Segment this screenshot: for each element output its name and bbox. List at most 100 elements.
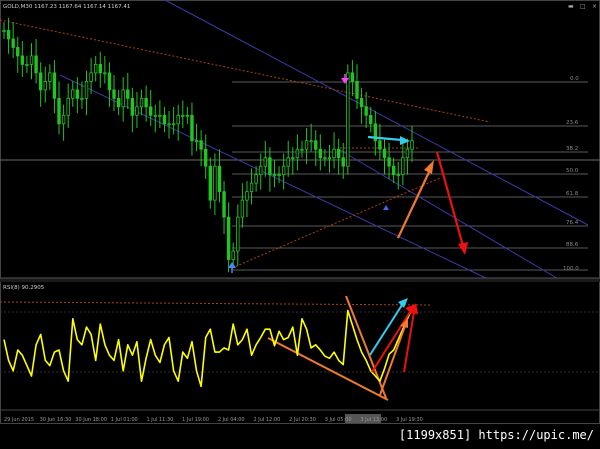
candle[interactable] <box>300 148 304 151</box>
descending-channel[interactable] <box>59 0 589 281</box>
candle[interactable] <box>355 80 359 99</box>
candle[interactable] <box>309 140 313 143</box>
candle[interactable] <box>350 72 355 82</box>
candle[interactable] <box>254 174 258 184</box>
candle[interactable] <box>6 30 11 40</box>
candle[interactable] <box>378 140 382 150</box>
candle[interactable] <box>89 72 93 82</box>
candle[interactable] <box>199 140 203 150</box>
candle[interactable] <box>272 174 277 177</box>
rsi-arrows[interactable] <box>369 298 418 396</box>
rsi-pane[interactable]: RSI(8) 90.2905 <box>0 285 600 401</box>
candle[interactable] <box>25 64 29 66</box>
candle[interactable] <box>263 157 268 167</box>
candle[interactable] <box>323 157 327 160</box>
candle[interactable] <box>98 64 102 74</box>
candle[interactable] <box>346 72 350 167</box>
candle[interactable] <box>130 97 135 116</box>
window-controls[interactable]: ▬ □ × <box>568 3 597 10</box>
candle[interactable] <box>336 148 341 159</box>
dotted-trendlines[interactable] <box>0 19 491 269</box>
candle[interactable] <box>401 157 405 176</box>
candle[interactable] <box>43 80 47 91</box>
candle[interactable] <box>158 114 162 117</box>
candle[interactable] <box>396 174 400 177</box>
candle[interactable] <box>112 89 116 99</box>
candle[interactable] <box>61 114 66 125</box>
candle[interactable] <box>2 30 6 32</box>
candle[interactable] <box>281 165 286 176</box>
candle[interactable] <box>167 123 171 126</box>
candle[interactable] <box>20 55 25 65</box>
candle[interactable] <box>217 165 222 193</box>
candle[interactable] <box>231 250 235 260</box>
candle[interactable] <box>66 97 70 116</box>
candle[interactable] <box>391 165 396 176</box>
candle[interactable] <box>52 72 57 99</box>
pane-separator[interactable] <box>0 278 600 282</box>
candle[interactable] <box>93 64 98 74</box>
candle[interactable] <box>48 72 52 82</box>
candle[interactable] <box>240 199 245 218</box>
minimize-button[interactable]: ▬ <box>568 3 574 10</box>
candle[interactable] <box>213 165 217 201</box>
candle[interactable] <box>364 106 368 116</box>
candle[interactable] <box>11 38 15 48</box>
close-button[interactable]: × <box>592 3 597 10</box>
candle[interactable] <box>314 140 318 150</box>
candle[interactable] <box>190 114 194 142</box>
candle[interactable] <box>286 157 290 167</box>
candle[interactable] <box>208 165 212 201</box>
chart-svg[interactable]: 0.0 23.6 38.2 50.0 61.8 76.4 88.6 100.0 <box>0 0 600 445</box>
candle[interactable] <box>144 97 148 108</box>
candle[interactable] <box>268 157 272 176</box>
candle[interactable] <box>277 174 281 177</box>
candle[interactable] <box>226 216 231 260</box>
candle[interactable] <box>75 89 80 99</box>
candle[interactable] <box>181 114 185 117</box>
candle[interactable] <box>405 148 410 159</box>
rsi-line[interactable] <box>3 308 413 388</box>
candle[interactable] <box>176 114 180 125</box>
candle[interactable] <box>236 216 240 252</box>
candle[interactable] <box>369 114 373 125</box>
candle[interactable] <box>84 80 89 99</box>
candle[interactable] <box>116 97 121 108</box>
candle[interactable] <box>29 55 34 65</box>
candle[interactable] <box>341 157 345 167</box>
candle[interactable] <box>80 97 84 100</box>
candle[interactable] <box>249 182 254 193</box>
candle[interactable] <box>71 89 75 99</box>
candle[interactable] <box>318 148 323 159</box>
candle[interactable] <box>387 157 391 167</box>
candle[interactable] <box>185 114 190 117</box>
candle[interactable] <box>121 89 125 108</box>
candlestick-series[interactable] <box>2 17 414 273</box>
candle[interactable] <box>359 97 364 108</box>
candle[interactable] <box>34 55 38 74</box>
candle[interactable] <box>291 157 295 160</box>
candle[interactable] <box>153 114 157 117</box>
candle[interactable] <box>139 97 144 108</box>
candle[interactable] <box>126 89 130 99</box>
candle[interactable] <box>103 72 107 75</box>
candle[interactable] <box>327 157 332 160</box>
candle[interactable] <box>245 191 249 201</box>
candle[interactable] <box>171 123 176 126</box>
chart-window[interactable]: 0.0 23.6 38.2 50.0 61.8 76.4 88.6 100.0 <box>0 0 600 445</box>
candle[interactable] <box>194 140 199 143</box>
candle[interactable] <box>410 140 414 150</box>
candle[interactable] <box>162 114 167 125</box>
candle[interactable] <box>304 140 309 150</box>
candle[interactable] <box>295 148 300 159</box>
candle[interactable] <box>222 191 226 218</box>
candle[interactable] <box>135 106 139 116</box>
price-pane[interactable]: 0.0 23.6 38.2 50.0 61.8 76.4 88.6 100.0 <box>0 0 600 281</box>
maximize-button[interactable]: □ <box>580 3 586 10</box>
candle[interactable] <box>382 148 387 159</box>
candle[interactable] <box>204 148 208 167</box>
candle[interactable] <box>259 165 263 176</box>
candle[interactable] <box>107 72 112 91</box>
candle[interactable] <box>148 106 153 116</box>
candle[interactable] <box>57 97 61 125</box>
